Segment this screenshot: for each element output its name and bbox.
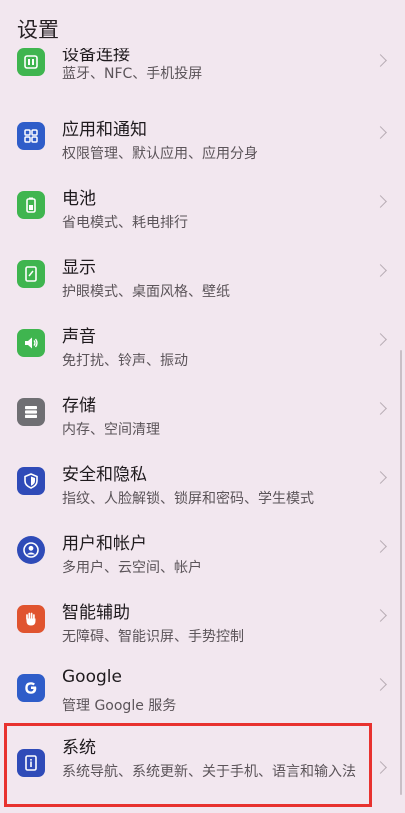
chevron-right-icon — [374, 402, 387, 415]
settings-item-sound[interactable]: 声音 免打扰、铃声、振动 — [0, 313, 405, 382]
header-bar: 设置 — [0, 0, 405, 48]
settings-item-subtitle: 免打扰、铃声、振动 — [62, 353, 188, 369]
settings-item-apps[interactable]: 应用和通知 权限管理、默认应用、应用分身 — [0, 106, 405, 175]
settings-item-subtitle: 指纹、人脸解锁、锁屏和密码、学生模式 — [62, 491, 314, 507]
user-icon — [17, 536, 45, 564]
settings-item-subtitle: 无障碍、智能识屏、手势控制 — [62, 629, 244, 645]
settings-item-security[interactable]: 安全和隐私 指纹、人脸解锁、锁屏和密码、学生模式 — [0, 451, 405, 520]
settings-item-subtitle: 多用户、云空间、帐户 — [62, 560, 202, 576]
chevron-right-icon — [374, 264, 387, 277]
settings-item-subtitle: 管理 Google 服务 — [62, 698, 177, 714]
settings-item-display[interactable]: 显示 护眼模式、桌面风格、壁纸 — [0, 244, 405, 313]
settings-item-storage[interactable]: 存储 内存、空间清理 — [0, 382, 405, 451]
scrollbar[interactable] — [400, 350, 402, 795]
hand-icon — [17, 605, 45, 633]
chevron-right-icon — [374, 195, 387, 208]
settings-item-subtitle: 省电模式、耗电排行 — [62, 215, 188, 231]
settings-item-subtitle: 内存、空间清理 — [62, 422, 160, 438]
chevron-right-icon — [374, 54, 387, 67]
chevron-right-icon — [374, 333, 387, 346]
settings-item-users[interactable]: 用户和帐户 多用户、云空间、帐户 — [0, 520, 405, 589]
settings-list: 设备连接 蓝牙、NFC、手机投屏 设置 应用和通知 权限管理、默认应用、应用分身… — [0, 0, 405, 813]
highlight-box — [4, 723, 372, 807]
chevron-right-icon — [374, 761, 387, 774]
apps-icon — [17, 122, 45, 150]
settings-item-subtitle: 蓝牙、NFC、手机投屏 — [62, 66, 203, 82]
shield-icon — [17, 467, 45, 495]
page-title: 设置 — [17, 18, 59, 42]
settings-item-label: 用户和帐户 — [62, 534, 147, 554]
settings-item-label: 显示 — [62, 258, 96, 278]
chevron-right-icon — [374, 609, 387, 622]
settings-item-label: 应用和通知 — [62, 120, 147, 140]
settings-item-label: 存储 — [62, 396, 96, 416]
chevron-right-icon — [374, 678, 387, 691]
settings-item-label: 安全和隐私 — [62, 465, 147, 485]
settings-item-smart-assist[interactable]: 智能辅助 无障碍、智能识屏、手势控制 — [0, 589, 405, 658]
settings-item-label: 智能辅助 — [62, 603, 130, 623]
sound-icon — [17, 329, 45, 357]
settings-item-device-connect[interactable]: 设备连接 蓝牙、NFC、手机投屏 — [0, 38, 405, 107]
device-connect-icon — [17, 48, 45, 76]
settings-item-label: 电池 — [62, 189, 96, 209]
chevron-right-icon — [374, 540, 387, 553]
settings-item-subtitle: 护眼模式、桌面风格、壁纸 — [62, 284, 230, 300]
google-icon — [17, 674, 45, 702]
settings-item-google[interactable]: Google 管理 Google 服务 — [0, 658, 405, 727]
chevron-right-icon — [374, 126, 387, 139]
chevron-right-icon — [374, 471, 387, 484]
settings-item-battery[interactable]: 电池 省电模式、耗电排行 — [0, 175, 405, 244]
settings-item-label: 声音 — [62, 327, 96, 347]
settings-item-label: Google — [62, 667, 122, 687]
display-icon — [17, 260, 45, 288]
settings-item-subtitle: 权限管理、默认应用、应用分身 — [62, 146, 258, 162]
battery-icon — [17, 191, 45, 219]
storage-icon — [17, 398, 45, 426]
